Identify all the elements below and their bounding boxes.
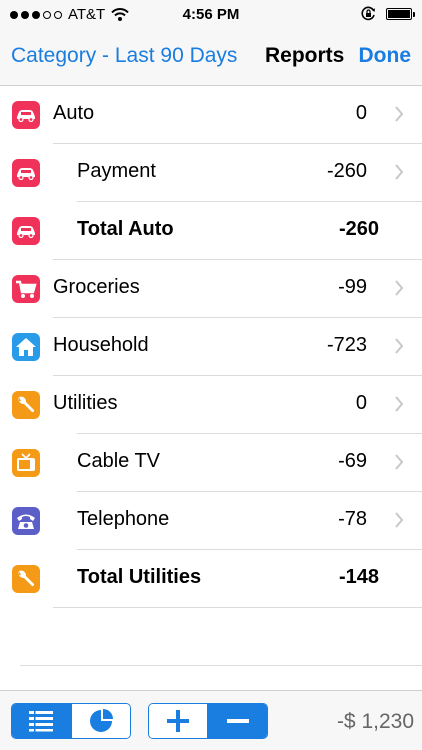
list-item-household[interactable]: Household -723 — [0, 318, 422, 376]
list-item-auto[interactable]: Auto 0 — [0, 86, 422, 144]
list-icon — [29, 710, 53, 732]
row-value: -260 — [338, 218, 379, 240]
telephone-icon — [12, 507, 40, 535]
pie-chart-icon — [89, 709, 113, 732]
list-item-telephone[interactable]: Telephone -78 — [0, 492, 422, 550]
row-value: -69 — [338, 450, 367, 472]
list-item-groceries[interactable]: Groceries -99 — [0, 260, 422, 318]
list-item-utilities[interactable]: Utilities 0 — [0, 376, 422, 434]
bottom-toolbar: -$ 1,230 — [0, 690, 422, 750]
plus-icon — [167, 710, 189, 732]
category-range-button[interactable]: Category - Last 90 Days — [11, 44, 237, 68]
chevron-right-icon — [395, 512, 404, 528]
row-label: Payment — [77, 160, 156, 182]
row-label: Total Utilities — [77, 566, 202, 588]
empty-row — [0, 608, 422, 666]
cart-icon — [12, 275, 40, 303]
status-bar: AT&T 4:56 PM — [0, 0, 422, 30]
view-mode-segmented-control — [11, 703, 131, 739]
done-button[interactable]: Done — [359, 44, 412, 68]
list-item-total-utilities: Total Utilities -148 — [0, 550, 422, 608]
row-value: -723 — [326, 334, 367, 356]
expand-button[interactable] — [149, 704, 207, 738]
status-time: 4:56 PM — [182, 6, 240, 23]
list-item-total-auto: Total Auto -260 — [0, 202, 422, 260]
house-icon — [12, 333, 40, 361]
chevron-right-icon — [395, 396, 404, 412]
pie-chart-view-button[interactable] — [71, 704, 130, 738]
chevron-right-icon — [395, 454, 404, 470]
row-label: Telephone — [77, 508, 170, 530]
row-value: 0 — [355, 102, 367, 124]
wrench-icon — [12, 391, 40, 419]
expand-collapse-segmented-control — [148, 703, 268, 739]
chevron-right-icon — [395, 164, 404, 180]
row-label: Cable TV — [77, 450, 161, 472]
rotation-lock-icon — [361, 6, 375, 21]
list-view-button[interactable] — [12, 704, 70, 738]
grand-total: -$ 1,230 — [336, 710, 414, 733]
row-label: Utilities — [53, 392, 118, 414]
row-label: Groceries — [53, 276, 140, 298]
car-icon — [12, 101, 40, 129]
wrench-icon — [12, 565, 40, 593]
tv-icon — [12, 449, 40, 477]
report-list: Auto 0 Payment -260 Total Auto -260 Groc… — [0, 86, 422, 666]
row-value: -78 — [338, 508, 367, 530]
list-item-cable-tv[interactable]: Cable TV -69 — [0, 434, 422, 492]
row-label: Total Auto — [77, 218, 174, 240]
row-label: Household — [53, 334, 149, 356]
car-icon — [12, 217, 40, 245]
row-value: -148 — [338, 566, 379, 588]
chevron-right-icon — [395, 338, 404, 354]
collapse-button[interactable] — [208, 704, 267, 738]
row-value: -99 — [338, 276, 367, 298]
minus-icon — [226, 719, 249, 723]
navigation-bar: Category - Last 90 Days Reports Done — [0, 30, 422, 86]
battery-icon — [386, 7, 415, 20]
list-item-payment[interactable]: Payment -260 — [0, 144, 422, 202]
chevron-right-icon — [395, 280, 404, 296]
row-value: 0 — [355, 392, 367, 414]
car-icon — [12, 159, 40, 187]
page-title: Reports — [265, 44, 345, 67]
chevron-right-icon — [395, 106, 404, 122]
row-label: Auto — [53, 102, 95, 124]
row-value: -260 — [326, 160, 367, 182]
